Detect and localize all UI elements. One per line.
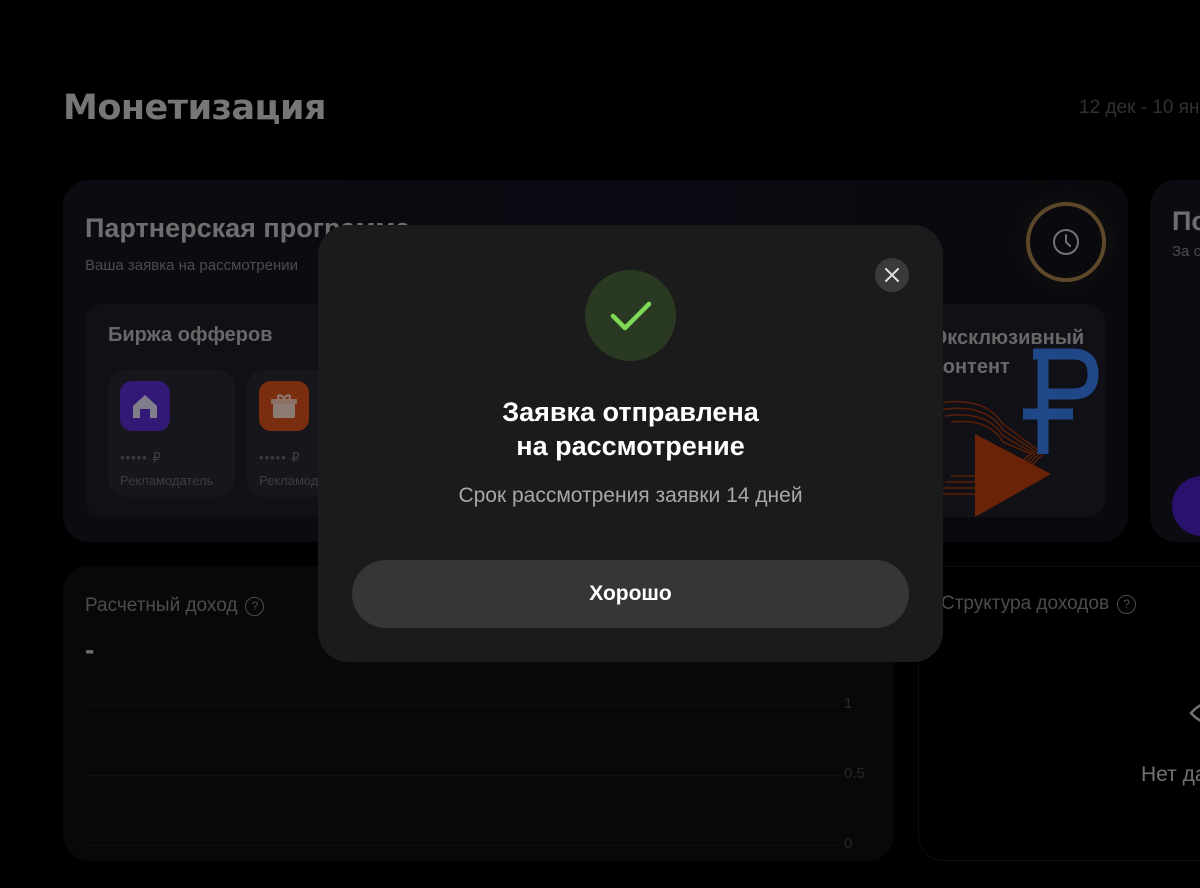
dialog-message: Срок рассмотрения заявки 14 дней [458,484,803,507]
monetization-page: Монетизация 12 дек - 10 янв Партнерская … [0,0,1200,888]
success-check-icon [585,270,676,361]
close-button[interactable] [875,258,909,292]
dialog-heading: Заявка отправлена на рассмотрение [502,397,759,461]
ok-button[interactable]: Хорошо [352,560,909,628]
close-icon [885,268,899,282]
application-sent-dialog: Заявка отправлена на рассмотрение Срок р… [318,225,943,662]
